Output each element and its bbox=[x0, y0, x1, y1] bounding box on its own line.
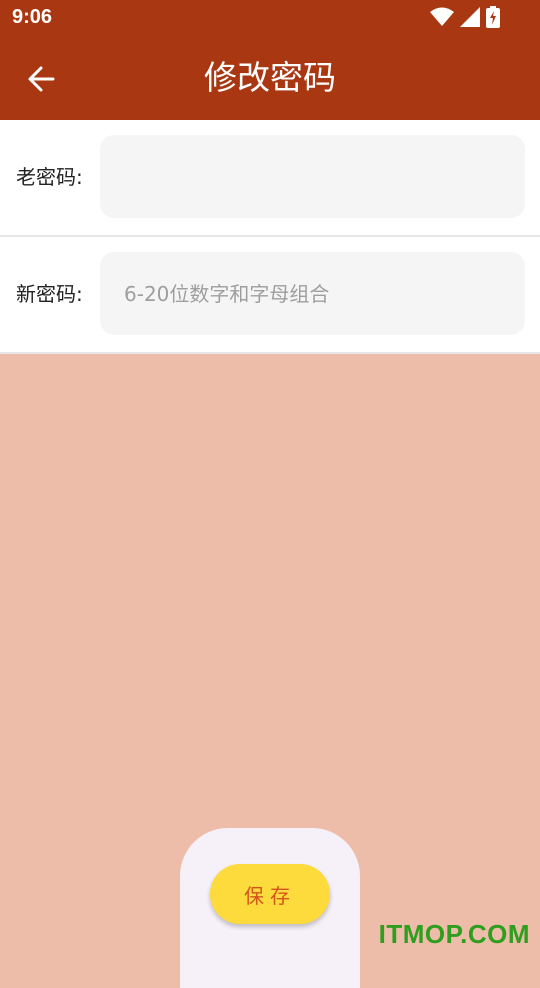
password-form: 老密码: 新密码: bbox=[0, 120, 540, 354]
signal-icon bbox=[460, 7, 480, 27]
wifi-icon bbox=[430, 7, 454, 26]
old-password-input[interactable] bbox=[100, 135, 525, 218]
battery-icon bbox=[486, 6, 500, 28]
old-password-row: 老密码: bbox=[0, 120, 540, 235]
bottom-action-panel: 保存 bbox=[180, 828, 360, 988]
app-bar: 修改密码 bbox=[0, 36, 540, 120]
old-password-label: 老密码: bbox=[16, 165, 83, 189]
status-icons bbox=[430, 6, 500, 28]
new-password-input[interactable] bbox=[100, 252, 525, 335]
new-password-row: 新密码: bbox=[0, 235, 540, 352]
save-button[interactable]: 保存 bbox=[210, 864, 330, 924]
page-title: 修改密码 bbox=[204, 58, 336, 97]
new-password-label: 新密码: bbox=[16, 282, 83, 306]
status-bar: 9:06 bbox=[0, 0, 540, 36]
watermark: ITMOP.COM bbox=[378, 919, 530, 949]
status-time: 9:06 bbox=[12, 6, 53, 28]
form-divider bbox=[0, 352, 540, 354]
